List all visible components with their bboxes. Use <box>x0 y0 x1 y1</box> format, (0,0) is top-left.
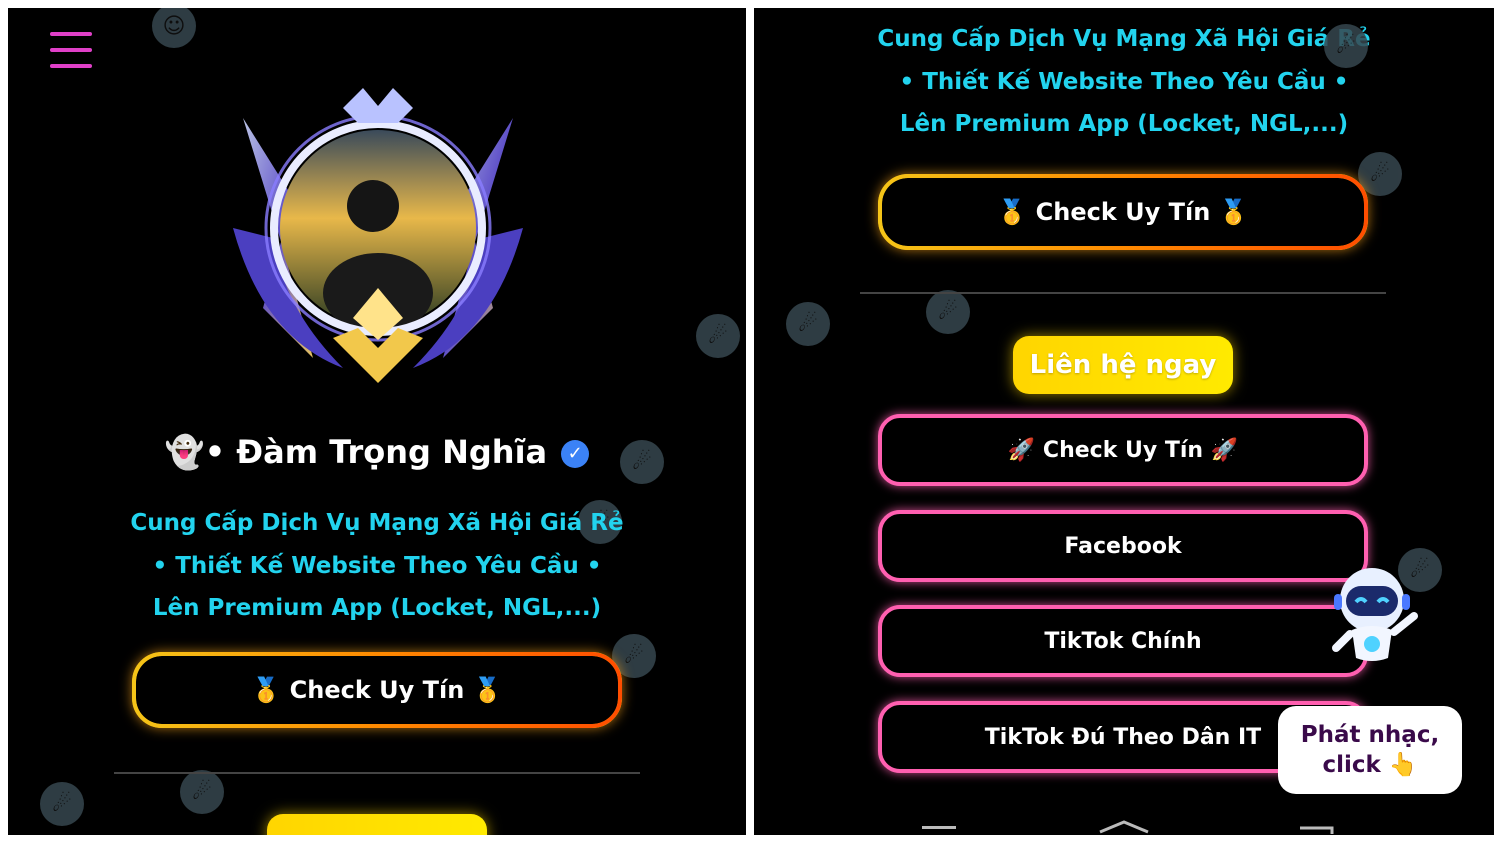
profile-panel-scrolled: Cung Cấp Dịch Vụ Mạng Xã Hội Giá Rẻ • Th… <box>754 8 1494 835</box>
hamburger-menu-icon[interactable] <box>50 32 92 72</box>
check-uy-tin-label: 🥇 Check Uy Tín 🥇 <box>251 676 503 704</box>
bio-line-2: • Thiết Kế Website Theo Yêu Cầu • <box>152 553 602 579</box>
display-name: 👻• Đàm Trọng Nghĩa <box>164 433 548 471</box>
bio-line-1: Cung Cấp Dịch Vụ Mạng Xã Hội Giá Rẻ <box>877 26 1371 52</box>
contact-now-pill[interactable] <box>267 814 487 835</box>
floating-bubble-icon: ☺ <box>152 8 196 48</box>
avatar-frame <box>233 88 523 383</box>
check-uy-tin-button[interactable]: 🥇 Check Uy Tín 🥇 <box>132 652 622 728</box>
floating-bubble-icon: ☄ <box>1324 24 1368 68</box>
profile-name: 👻• Đàm Trọng Nghĩa ✓ <box>8 433 746 471</box>
bio-line-3: Lên Premium App (Locket, NGL,...) <box>899 111 1349 137</box>
check-uy-tin-label: 🥇 Check Uy Tín 🥇 <box>997 198 1249 226</box>
divider <box>860 292 1386 294</box>
link-label: TikTok Đú Theo Dân IT <box>984 724 1262 750</box>
bio-line-1: Cung Cấp Dịch Vụ Mạng Xã Hội Giá Rẻ <box>130 510 624 536</box>
link-label: Facebook <box>1064 533 1182 559</box>
link-tiktok-chinh[interactable]: TikTok Chính <box>878 605 1368 677</box>
system-nav-bar <box>922 820 1334 834</box>
link-check-uy-tin[interactable]: 🚀 Check Uy Tín 🚀 <box>878 414 1368 486</box>
floating-bubble-icon: ☄ <box>786 302 830 346</box>
play-music-popup[interactable]: Phát nhạc, click 👆 <box>1278 706 1462 794</box>
nav-back-icon <box>1300 826 1334 834</box>
floating-bubble-icon: ☄ <box>40 782 84 826</box>
link-label: 🚀 Check Uy Tín 🚀 <box>1007 437 1239 463</box>
robot-mascot-icon[interactable] <box>1324 564 1420 664</box>
bio-line-3: Lên Premium App (Locket, NGL,...) <box>152 595 602 621</box>
contact-now-pill[interactable]: Liên hệ ngay <box>1013 336 1233 394</box>
music-popup-line-2: click 👆 <box>1322 752 1418 778</box>
verified-badge-icon: ✓ <box>561 440 590 468</box>
profile-panel-top: ☺ ☄ ☄ ☄ ☄ ☄ ☄ 👻• Đàm Trọng Nghĩa ✓ Cung … <box>8 8 746 835</box>
nav-home-icon <box>1099 820 1149 834</box>
floating-bubble-icon: ☄ <box>180 770 224 814</box>
divider <box>114 772 640 774</box>
bio-line-2: • Thiết Kế Website Theo Yêu Cầu • <box>899 69 1349 95</box>
nav-menu-icon <box>922 826 956 829</box>
floating-bubble-icon: ☄ <box>926 290 970 334</box>
link-facebook[interactable]: Facebook <box>878 510 1368 582</box>
contact-now-label: Liên hệ ngay <box>1029 350 1217 380</box>
link-label: TikTok Chính <box>1044 628 1202 654</box>
music-popup-line-1: Phát nhạc, <box>1300 722 1440 748</box>
floating-bubble-icon: ☄ <box>696 314 740 358</box>
check-uy-tin-button[interactable]: 🥇 Check Uy Tín 🥇 <box>878 174 1368 250</box>
